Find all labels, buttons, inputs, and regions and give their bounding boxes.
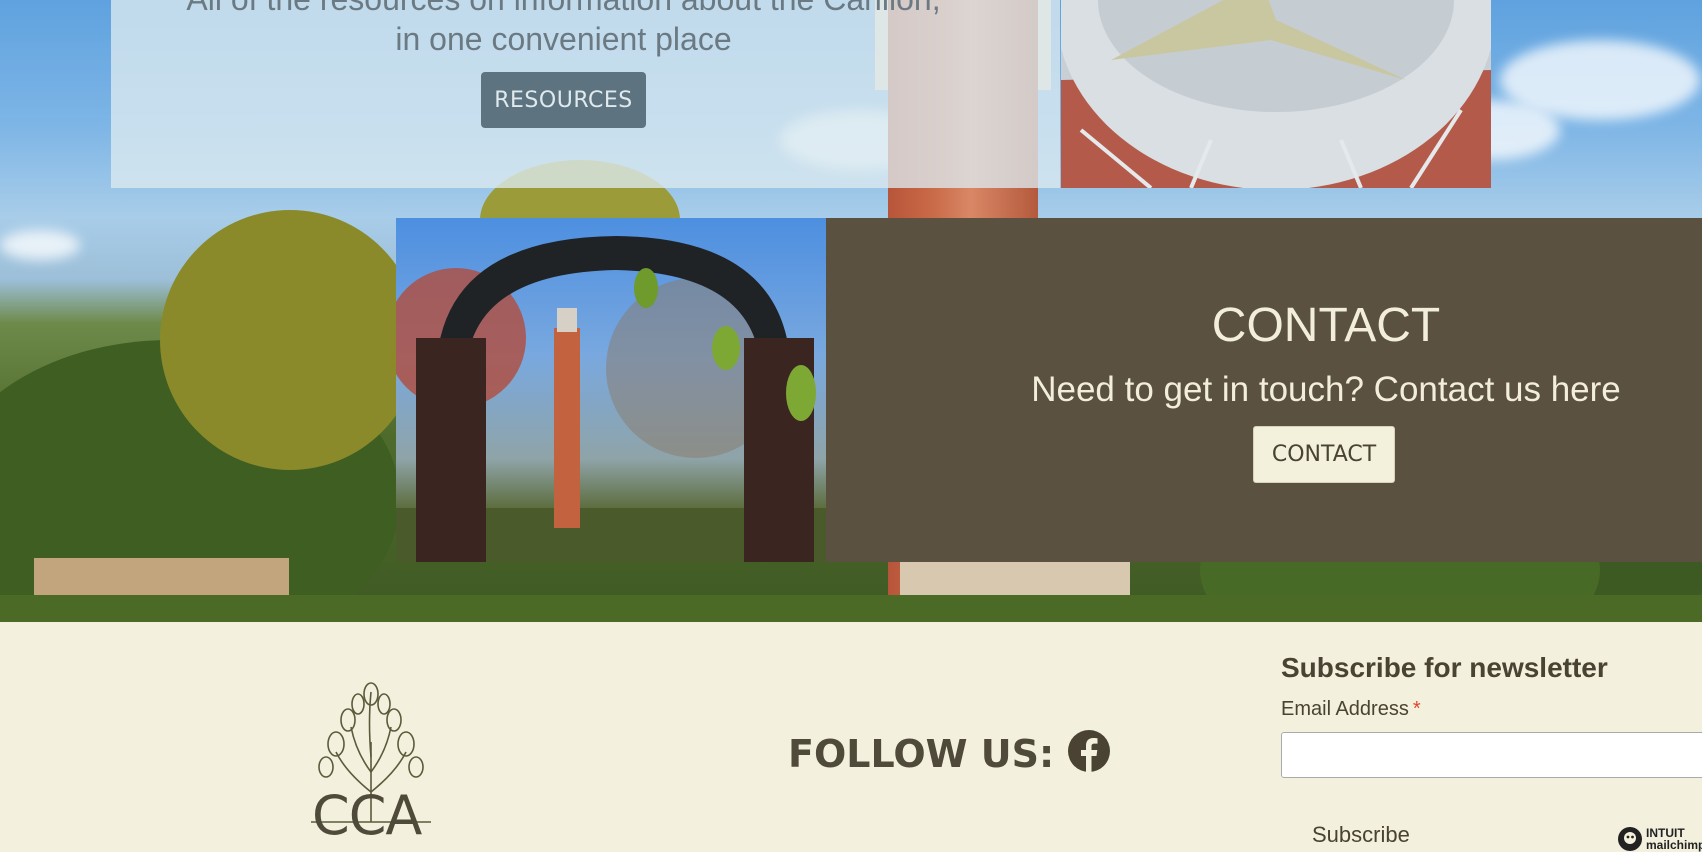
subscribe-button[interactable]: Subscribe <box>1312 822 1410 848</box>
mailchimp-badge[interactable]: INTUIT mailchimp <box>1617 826 1702 852</box>
resources-description-line2: in one convenient place <box>395 21 732 57</box>
resources-button[interactable]: RESOURCES <box>481 72 646 128</box>
contact-button[interactable]: CONTACT <box>1253 426 1395 483</box>
newsletter-title: Subscribe for newsletter <box>1281 652 1608 683</box>
compass-star-image <box>1061 0 1491 188</box>
facebook-icon[interactable] <box>1068 730 1111 777</box>
contact-section: CONTACT Need to get in touch? Contact us… <box>826 218 1702 562</box>
email-label: Email Address * <box>1281 698 1421 720</box>
arch-photo <box>396 218 826 562</box>
resources-section: All of the resources on information abou… <box>111 0 1060 188</box>
mailchimp-icon <box>1618 827 1642 851</box>
resources-description: All of the resources on information abou… <box>111 0 1016 18</box>
contact-subheading: Need to get in touch? Contact us here <box>1031 370 1621 409</box>
cca-logo-text: CCA <box>312 784 422 847</box>
required-marker: * <box>1412 698 1421 720</box>
mailchimp-badge-line2: mailchimp <box>1646 838 1702 852</box>
newsletter-form: Subscribe for newsletter Email Address * … <box>1281 652 1702 851</box>
follow-us: FOLLOW US: <box>788 730 1111 777</box>
contact-heading: CONTACT <box>1211 299 1441 352</box>
footer: CCA FOLLOW US: Subscribe for newsletter … <box>0 622 1702 851</box>
email-field[interactable] <box>1281 732 1702 778</box>
follow-us-label: FOLLOW US: <box>788 731 1055 776</box>
